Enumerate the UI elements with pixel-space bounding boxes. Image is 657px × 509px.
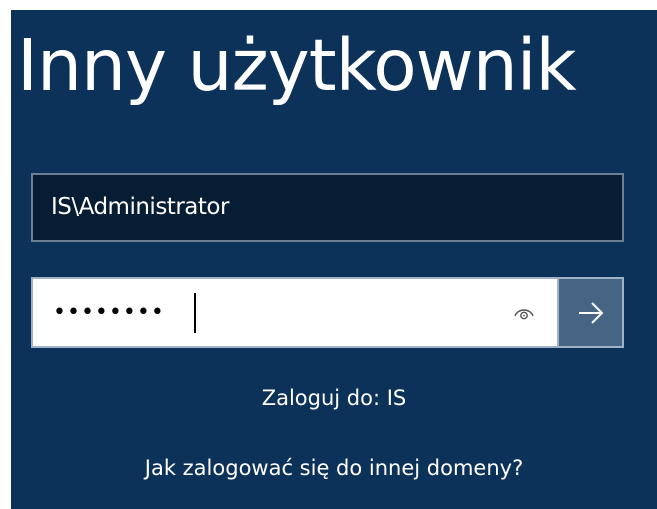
eye-icon[interactable] (513, 305, 535, 321)
other-domain-link[interactable]: Jak zalogować się do innej domeny? (11, 456, 657, 480)
page-title: Inny użytkownik (17, 24, 577, 107)
arrow-right-icon (579, 302, 604, 324)
username-field[interactable]: IS\Administrator (31, 173, 624, 242)
password-row: •••••••• (31, 277, 624, 348)
password-masked-value: •••••••• (53, 300, 165, 325)
username-value: IS\Administrator (51, 194, 229, 220)
sign-in-domain-label: Zaloguj do: IS (261, 386, 407, 410)
password-field[interactable]: •••••••• (31, 277, 557, 348)
login-screen: Inny użytkownik IS\Administrator •••••••… (11, 10, 657, 509)
submit-button[interactable] (557, 277, 624, 348)
text-caret (194, 293, 196, 333)
